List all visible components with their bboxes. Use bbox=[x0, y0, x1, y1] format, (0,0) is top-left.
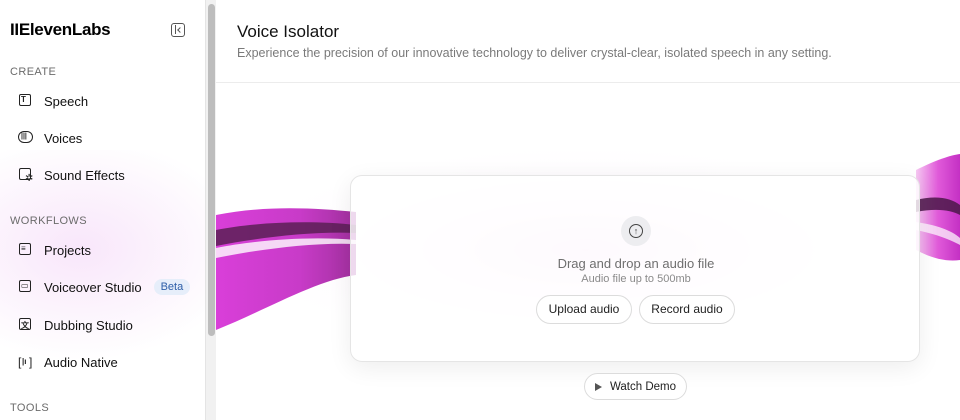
scrollbar-thumb[interactable] bbox=[208, 4, 215, 336]
sidebar-item-label: Dubbing Studio bbox=[44, 317, 133, 333]
sidebar-scrollbar[interactable] bbox=[205, 0, 216, 420]
section-label-tools: TOOLS bbox=[10, 402, 50, 414]
dubbing-icon: 文 bbox=[18, 317, 34, 333]
sidebar-item-sound-effects[interactable]: ✲ Sound Effects bbox=[10, 159, 200, 191]
speech-icon: T bbox=[18, 93, 34, 109]
beta-badge: Beta bbox=[153, 279, 191, 295]
page-header: Voice Isolator Experience the precision … bbox=[216, 0, 960, 83]
upload-icon: ↑ bbox=[621, 216, 651, 246]
watch-demo-label: Watch Demo bbox=[609, 380, 677, 393]
dropzone-subtitle: Audio file up to 500mb bbox=[581, 273, 691, 285]
sidebar-item-speech[interactable]: T Speech bbox=[10, 85, 200, 117]
sidebar-item-dubbing-studio[interactable]: 文 Dubbing Studio bbox=[10, 309, 200, 341]
upload-audio-button[interactable]: Upload audio bbox=[536, 295, 632, 324]
audio-native-icon: [ |ı ] bbox=[18, 355, 33, 369]
sidebar-item-label: Voiceover Studio bbox=[44, 279, 142, 295]
dropzone-title: Drag and drop an audio file bbox=[557, 256, 715, 271]
sidebar-item-voices[interactable]: ||| Voices bbox=[10, 122, 200, 154]
page-title: Voice Isolator bbox=[237, 22, 340, 41]
app-logo[interactable]: IIElevenLabs bbox=[10, 20, 111, 40]
sidebar-item-label: Speech bbox=[44, 93, 89, 109]
sidebar-item-label: Audio Native bbox=[44, 354, 118, 370]
projects-icon: ≡ bbox=[18, 242, 34, 258]
voices-icon: ||| bbox=[18, 130, 34, 146]
page-subtitle: Experience the precision of our innovati… bbox=[237, 46, 832, 60]
section-label-create: CREATE bbox=[10, 66, 57, 78]
collapse-sidebar-icon[interactable] bbox=[171, 23, 185, 37]
play-icon bbox=[594, 382, 602, 391]
sound-effects-icon: ✲ bbox=[18, 167, 34, 184]
section-label-workflows: WORKFLOWS bbox=[10, 215, 87, 227]
sidebar-item-label: Projects bbox=[44, 242, 91, 258]
main-content: Voice Isolator Experience the precision … bbox=[216, 0, 960, 420]
watch-demo-button[interactable]: Watch Demo bbox=[584, 373, 687, 400]
sidebar-item-voiceover-studio[interactable]: ▭ Voiceover Studio Beta bbox=[10, 271, 200, 303]
sidebar: IIElevenLabs CREATE T Speech ||| Voices … bbox=[0, 0, 205, 420]
voiceover-icon: ▭ bbox=[18, 279, 34, 295]
sidebar-item-label: Sound Effects bbox=[44, 167, 125, 183]
record-audio-button[interactable]: Record audio bbox=[639, 295, 735, 324]
sidebar-item-label: Voices bbox=[44, 130, 83, 146]
sidebar-item-audio-native[interactable]: [ |ı ] Audio Native bbox=[10, 346, 200, 378]
sidebar-item-projects[interactable]: ≡ Projects bbox=[10, 234, 200, 266]
audio-dropzone[interactable]: ↑ Drag and drop an audio file Audio file… bbox=[350, 175, 920, 362]
